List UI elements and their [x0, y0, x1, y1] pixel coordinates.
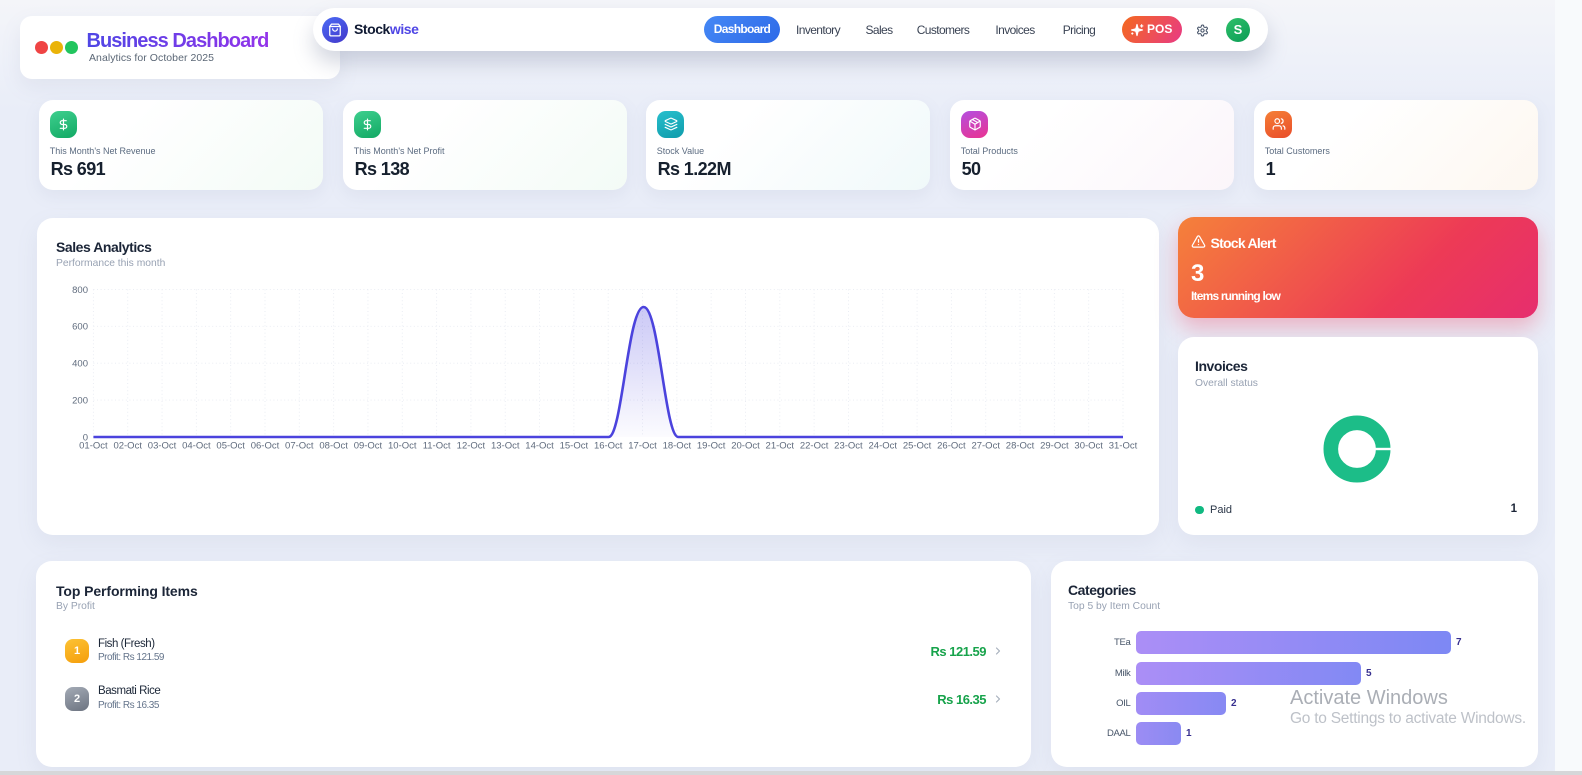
svg-text:400: 400: [72, 359, 88, 370]
svg-text:06-Oct: 06-Oct: [251, 441, 280, 452]
svg-text:14-Oct: 14-Oct: [525, 441, 554, 452]
svg-text:11-Oct: 11-Oct: [423, 441, 451, 452]
svg-text:05-Oct: 05-Oct: [216, 441, 245, 452]
svg-text:25-Oct: 25-Oct: [903, 441, 932, 452]
svg-text:21-Oct: 21-Oct: [766, 441, 795, 452]
svg-text:04-Oct: 04-Oct: [182, 441, 211, 452]
svg-text:200: 200: [72, 396, 88, 407]
svg-text:17-Oct: 17-Oct: [628, 441, 657, 452]
svg-text:22-Oct: 22-Oct: [800, 441, 829, 452]
svg-text:19-Oct: 19-Oct: [697, 441, 726, 452]
svg-text:10-Oct: 10-Oct: [388, 441, 417, 452]
svg-text:800: 800: [72, 285, 88, 296]
svg-text:28-Oct: 28-Oct: [1006, 441, 1035, 452]
svg-text:29-Oct: 29-Oct: [1040, 441, 1069, 452]
svg-text:600: 600: [72, 322, 88, 333]
svg-text:26-Oct: 26-Oct: [937, 441, 966, 452]
svg-text:23-Oct: 23-Oct: [834, 441, 863, 452]
svg-text:12-Oct: 12-Oct: [457, 441, 486, 452]
svg-text:27-Oct: 27-Oct: [971, 441, 1000, 452]
svg-text:24-Oct: 24-Oct: [869, 441, 898, 452]
svg-text:16-Oct: 16-Oct: [594, 441, 623, 452]
svg-text:13-Oct: 13-Oct: [491, 441, 520, 452]
svg-text:02-Oct: 02-Oct: [113, 441, 142, 452]
svg-text:18-Oct: 18-Oct: [663, 441, 692, 452]
svg-text:08-Oct: 08-Oct: [319, 441, 348, 452]
svg-text:03-Oct: 03-Oct: [148, 441, 177, 452]
svg-text:30-Oct: 30-Oct: [1074, 441, 1103, 452]
svg-text:0: 0: [83, 432, 88, 443]
svg-text:15-Oct: 15-Oct: [560, 441, 589, 452]
svg-text:07-Oct: 07-Oct: [285, 441, 314, 452]
svg-text:09-Oct: 09-Oct: [354, 441, 383, 452]
svg-text:31-Oct: 31-Oct: [1109, 441, 1138, 452]
svg-text:20-Oct: 20-Oct: [731, 441, 760, 452]
